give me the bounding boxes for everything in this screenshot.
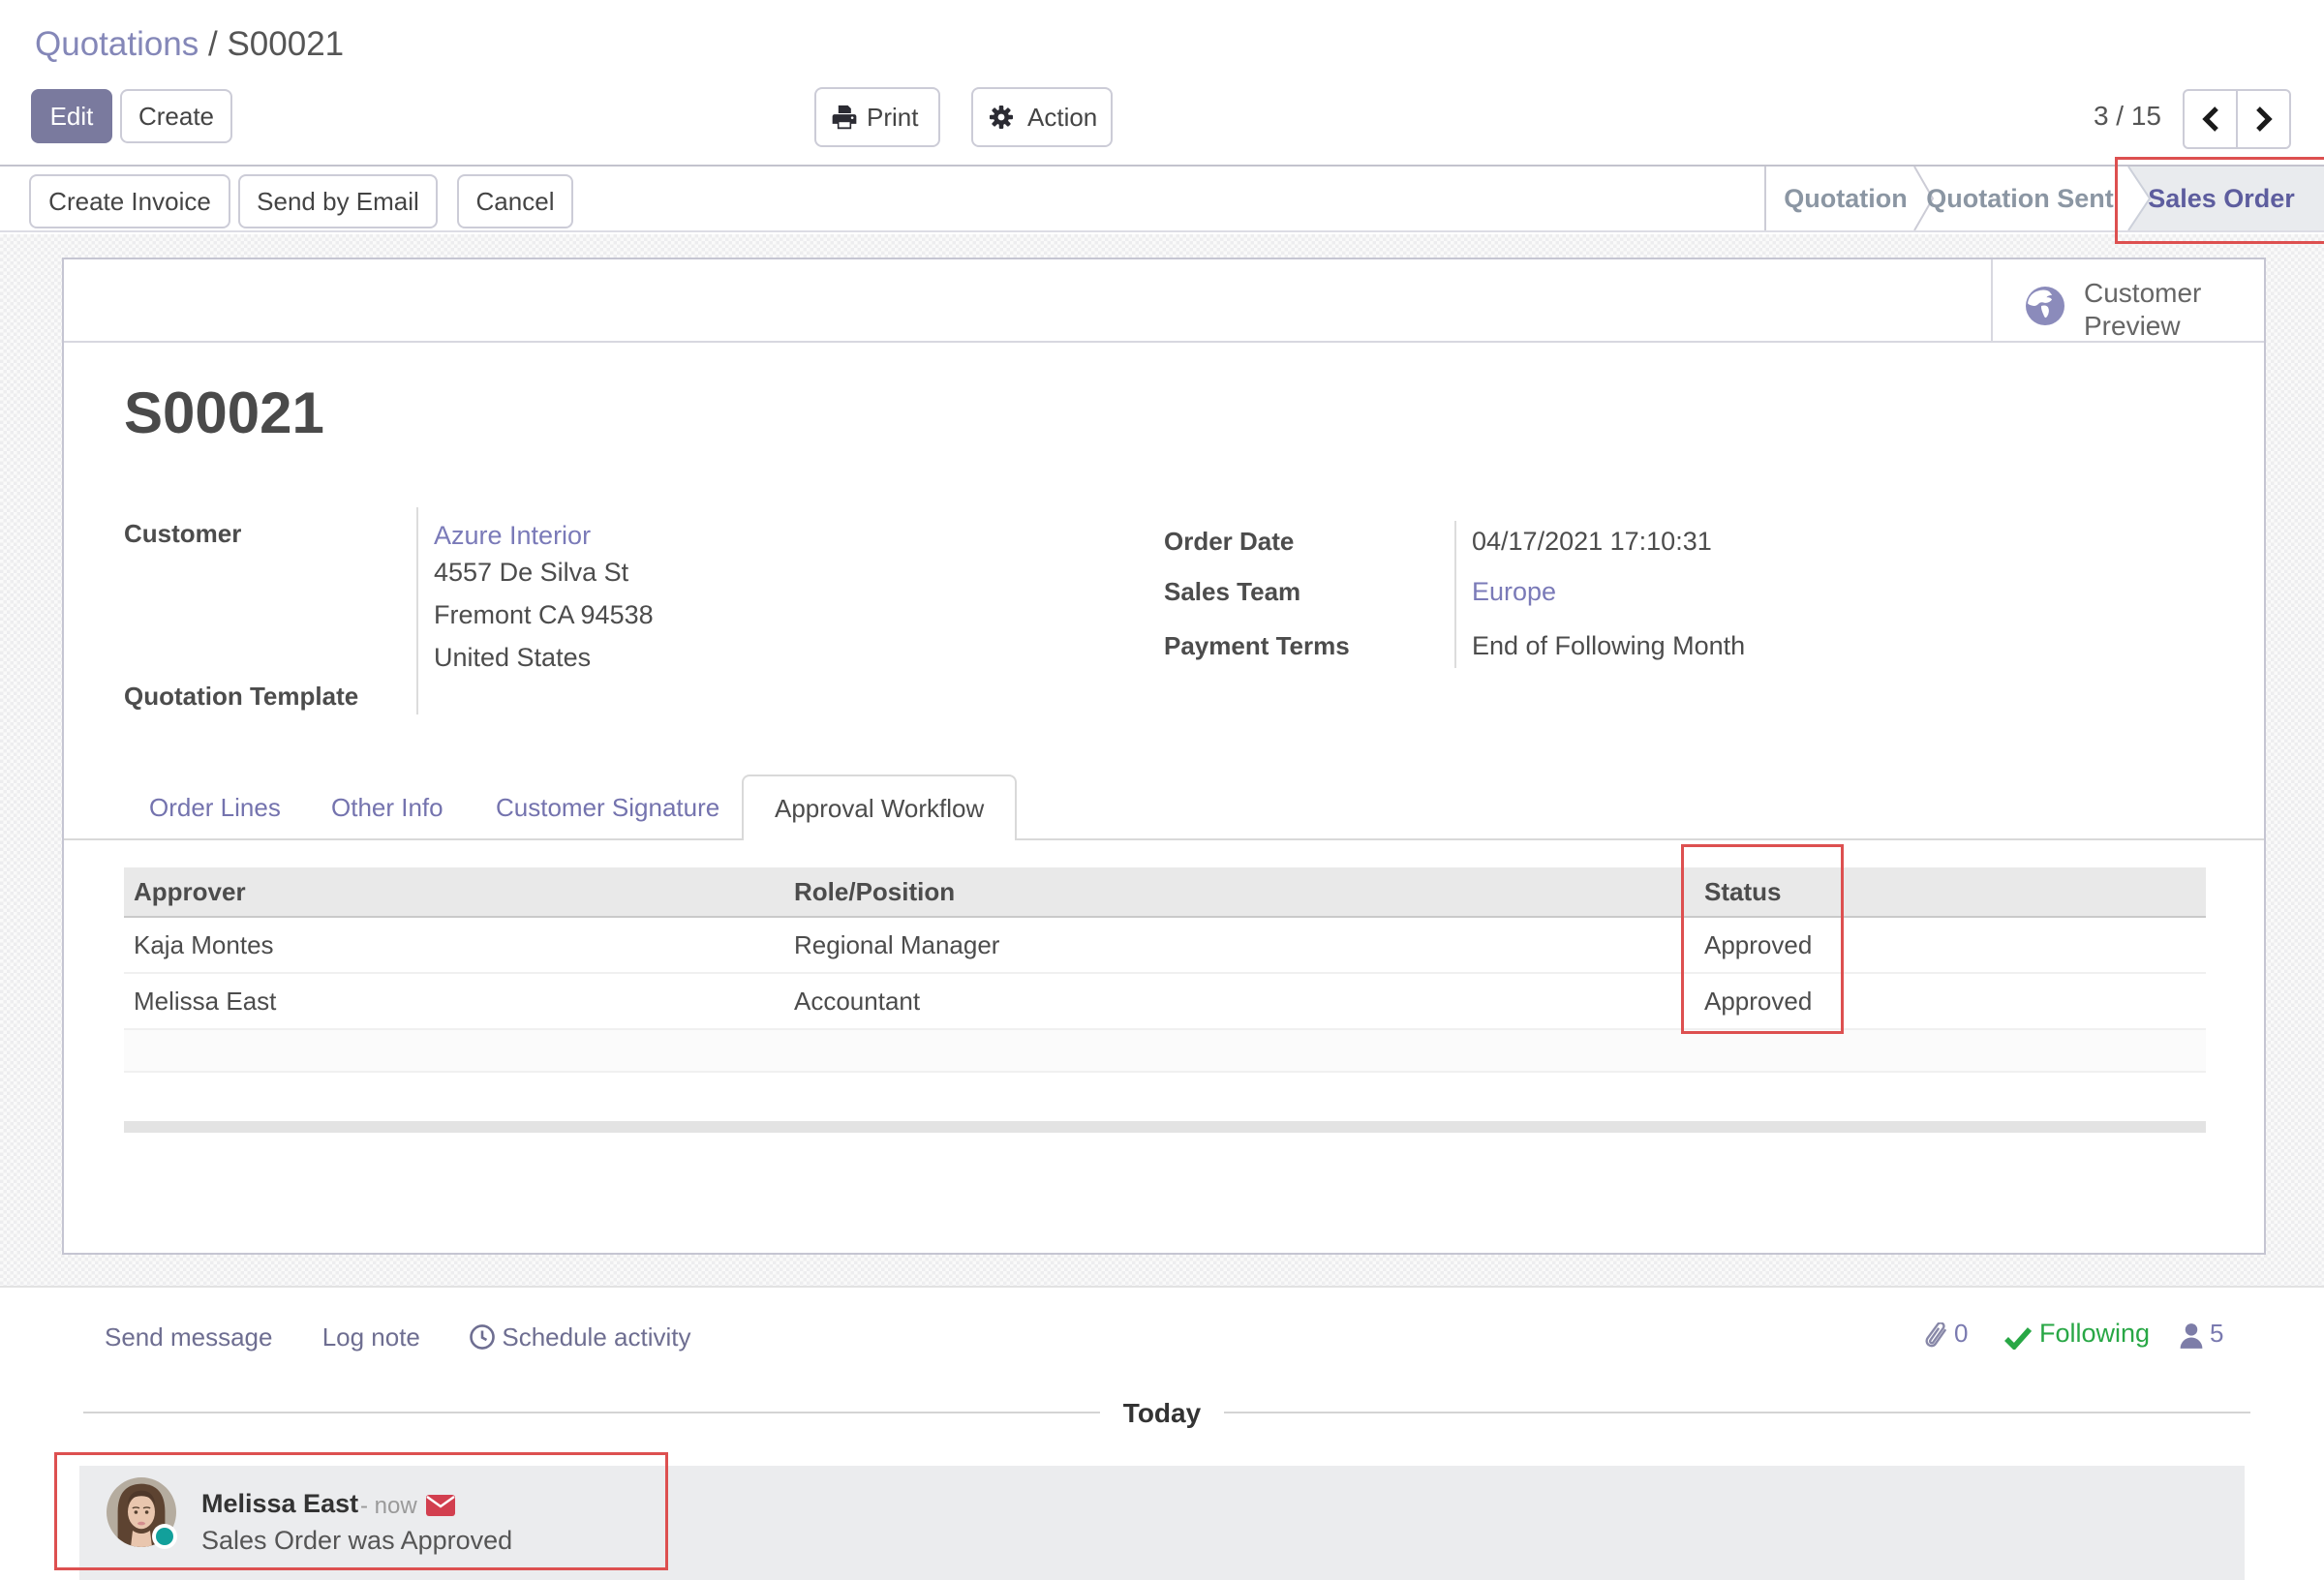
svg-text:Quotation Sent: Quotation Sent [1926,184,2113,213]
svg-text:Quotation: Quotation [1784,184,1907,213]
